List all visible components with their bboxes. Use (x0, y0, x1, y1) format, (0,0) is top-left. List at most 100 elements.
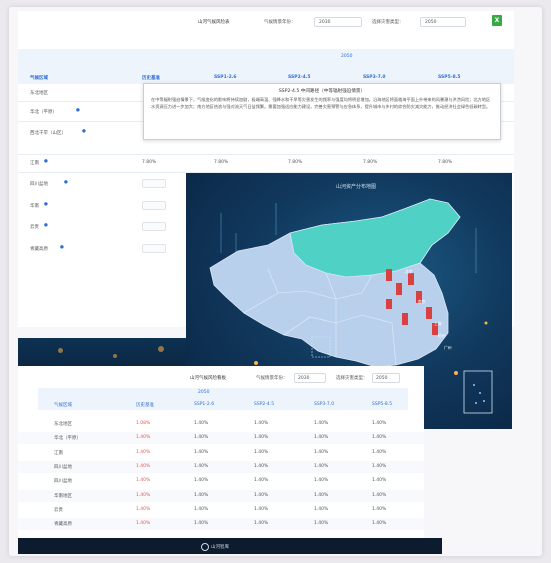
col-header-ssp245[interactable]: SSP2-4.5 (254, 402, 274, 407)
cell-value: 1.40% (254, 421, 269, 426)
cell-input[interactable] (142, 201, 166, 210)
info-icon[interactable]: ● (60, 245, 64, 250)
cell-value: 1.40% (314, 435, 329, 441)
col-header-ssp585[interactable]: SSP5-8.5 (438, 75, 461, 80)
info-icon[interactable]: ● (44, 159, 48, 164)
risk-table-panel-bottom: 山河气候风险看板 气候情景年份： 2030 选择灾害类型： 2050 2050 … (18, 366, 424, 538)
cell-input[interactable] (142, 179, 166, 188)
city-label: 广州 (444, 345, 452, 350)
info-icon[interactable]: ● (76, 108, 80, 113)
cell-value: 1.40% (372, 506, 387, 512)
scenario-year-select[interactable]: 2030 (294, 373, 326, 383)
hazard-type-select[interactable]: 2050 (372, 373, 400, 383)
table-row[interactable]: 青藏高原 1.40% 1.40% 1.40% 1.40% 1.40% (18, 518, 424, 531)
cell-value: 7.80% (288, 160, 303, 165)
cell-value: 1.40% (372, 449, 387, 455)
toolbar: 山河气候风险表 气候情景年份： 2030 选择灾害类型： 2050 X (18, 11, 514, 33)
cell-input[interactable] (142, 222, 166, 231)
info-icon[interactable]: ● (44, 223, 48, 228)
row-label: 青藏高原 (54, 522, 72, 528)
cell-value: 1.40% (314, 521, 329, 527)
cell-value: 1.40% (254, 492, 269, 498)
hazard-type-label: 选择灾害类型： (336, 376, 368, 381)
col-header-ssp585[interactable]: SSP5-8.5 (372, 402, 392, 407)
table-row[interactable]: 四川盆地 1.40% 1.40% 1.40% 1.40% 1.40% (18, 460, 424, 473)
cell-value: 1.40% (136, 506, 151, 512)
col-header-baseline[interactable]: 历史基准 (142, 75, 160, 81)
hazard-type-value: 2050 (376, 375, 388, 381)
col-header-ssp126[interactable]: SSP1-2.6 (194, 402, 214, 407)
cell-value: 1.40% (372, 478, 387, 484)
cell-value: 1.40% (372, 435, 387, 441)
col-header-ssp370[interactable]: SSP3-7.0 (314, 402, 334, 407)
scenario-year-select[interactable]: 2030 (314, 17, 362, 27)
map-background-strip (18, 338, 188, 366)
row-label: 东北地区 (30, 91, 48, 96)
page-title-bottom: 山河气候风险看板 (190, 376, 226, 381)
cell-value: 1.40% (254, 506, 269, 512)
footer-brand: 山河智库 (211, 545, 229, 550)
row-label: 四川盆地 (30, 182, 48, 187)
col-header-baseline[interactable]: 历史基准 (136, 402, 154, 408)
risk-marker (426, 307, 432, 319)
table-row[interactable]: 云贵 1.40% 1.40% 1.40% 1.40% 1.40% (18, 504, 424, 516)
cell-value: 1.40% (372, 521, 387, 527)
cell-value: 1.40% (136, 521, 151, 527)
south-sea-inset (463, 370, 493, 414)
table-row[interactable]: 江南 1.40% 1.40% 1.40% 1.40% 1.40% (18, 447, 424, 459)
row-label: 华南 (30, 204, 39, 209)
cell-value: 1.40% (194, 492, 209, 498)
cell-value: 1.40% (314, 506, 329, 512)
cell-value: 1.40% (194, 449, 209, 455)
col-header-region[interactable]: 气候区域 (30, 75, 48, 81)
cell-value: 1.40% (372, 492, 387, 498)
table-header: 2050 气候区域 历史基准 SSP1-2.6 SSP2-4.5 SSP3-7.… (18, 49, 514, 84)
cell-value: 1.40% (314, 478, 329, 484)
info-icon[interactable]: ● (82, 129, 86, 134)
row-label: 四川盆地 (54, 464, 72, 470)
risk-marker (402, 313, 408, 325)
row-label: 华北（平原） (30, 110, 57, 115)
col-header-ssp370[interactable]: SSP3-7.0 (363, 75, 386, 80)
col-header-region[interactable]: 气候区域 (54, 402, 72, 408)
col-header-ssp126[interactable]: SSP1-2.6 (214, 75, 237, 80)
row-label: 江南 (30, 161, 39, 166)
city-label: 北京 (405, 269, 413, 274)
cell-value: 1.40% (136, 478, 151, 484)
table-row[interactable]: 华南地区 1.40% 1.40% 1.40% 1.40% 1.40% (18, 489, 424, 502)
cell-input[interactable] (142, 244, 166, 253)
excel-export-icon[interactable]: X (492, 15, 502, 26)
cell-value: 1.40% (194, 463, 209, 469)
cell-value: 1.40% (194, 521, 209, 527)
table-row[interactable]: 四川盆地 1.40% 1.40% 1.40% 1.40% 1.40% (18, 475, 424, 487)
row-label: 华南地区 (54, 493, 72, 499)
map-highlight-region (289, 198, 461, 278)
row-label: 四川盆地 (54, 479, 72, 485)
row-label: 西北干旱（山区） (30, 131, 66, 136)
cell-value: 1.40% (194, 435, 209, 441)
row-label: 青藏高原 (30, 247, 48, 252)
tooltip-title: SSP2-4.5 中间路径（中等辐射强迫情景） (278, 89, 366, 94)
info-icon[interactable]: ● (44, 202, 48, 207)
page-title: 山河气候风险表 (198, 20, 230, 25)
cell-value: 7.80% (438, 160, 453, 165)
city-label: 杭州 (438, 333, 446, 338)
row-label: 云贵 (54, 507, 63, 513)
risk-marker (386, 269, 392, 281)
cell-value: 1.40% (372, 421, 387, 426)
scenario-tooltip: SSP2-4.5 中间路径（中等辐射强迫情景） 在中等辐射强迫情景下，气候变化的… (143, 83, 501, 140)
cell-value: 1.40% (194, 506, 209, 512)
cell-value: 1.40% (254, 449, 269, 455)
table-row[interactable]: 华北（平原） 1.40% 1.40% 1.40% 1.40% 1.40% (18, 432, 424, 445)
cell-value: 1.40% (254, 478, 269, 484)
risk-marker (396, 283, 402, 295)
hazard-type-select[interactable]: 2050 (420, 17, 466, 27)
city-label: 南京 (418, 299, 426, 304)
cell-value: 1.40% (314, 421, 329, 426)
group-header: 2050 (198, 390, 210, 395)
table-row[interactable]: 东北地区 1.08% 1.40% 1.40% 1.40% 1.40% (18, 418, 424, 430)
info-icon[interactable]: ● (64, 180, 68, 185)
cell-value: 1.40% (136, 492, 151, 498)
col-header-ssp245[interactable]: SSP2-4.5 (288, 75, 311, 80)
cell-value: 1.40% (136, 463, 151, 469)
